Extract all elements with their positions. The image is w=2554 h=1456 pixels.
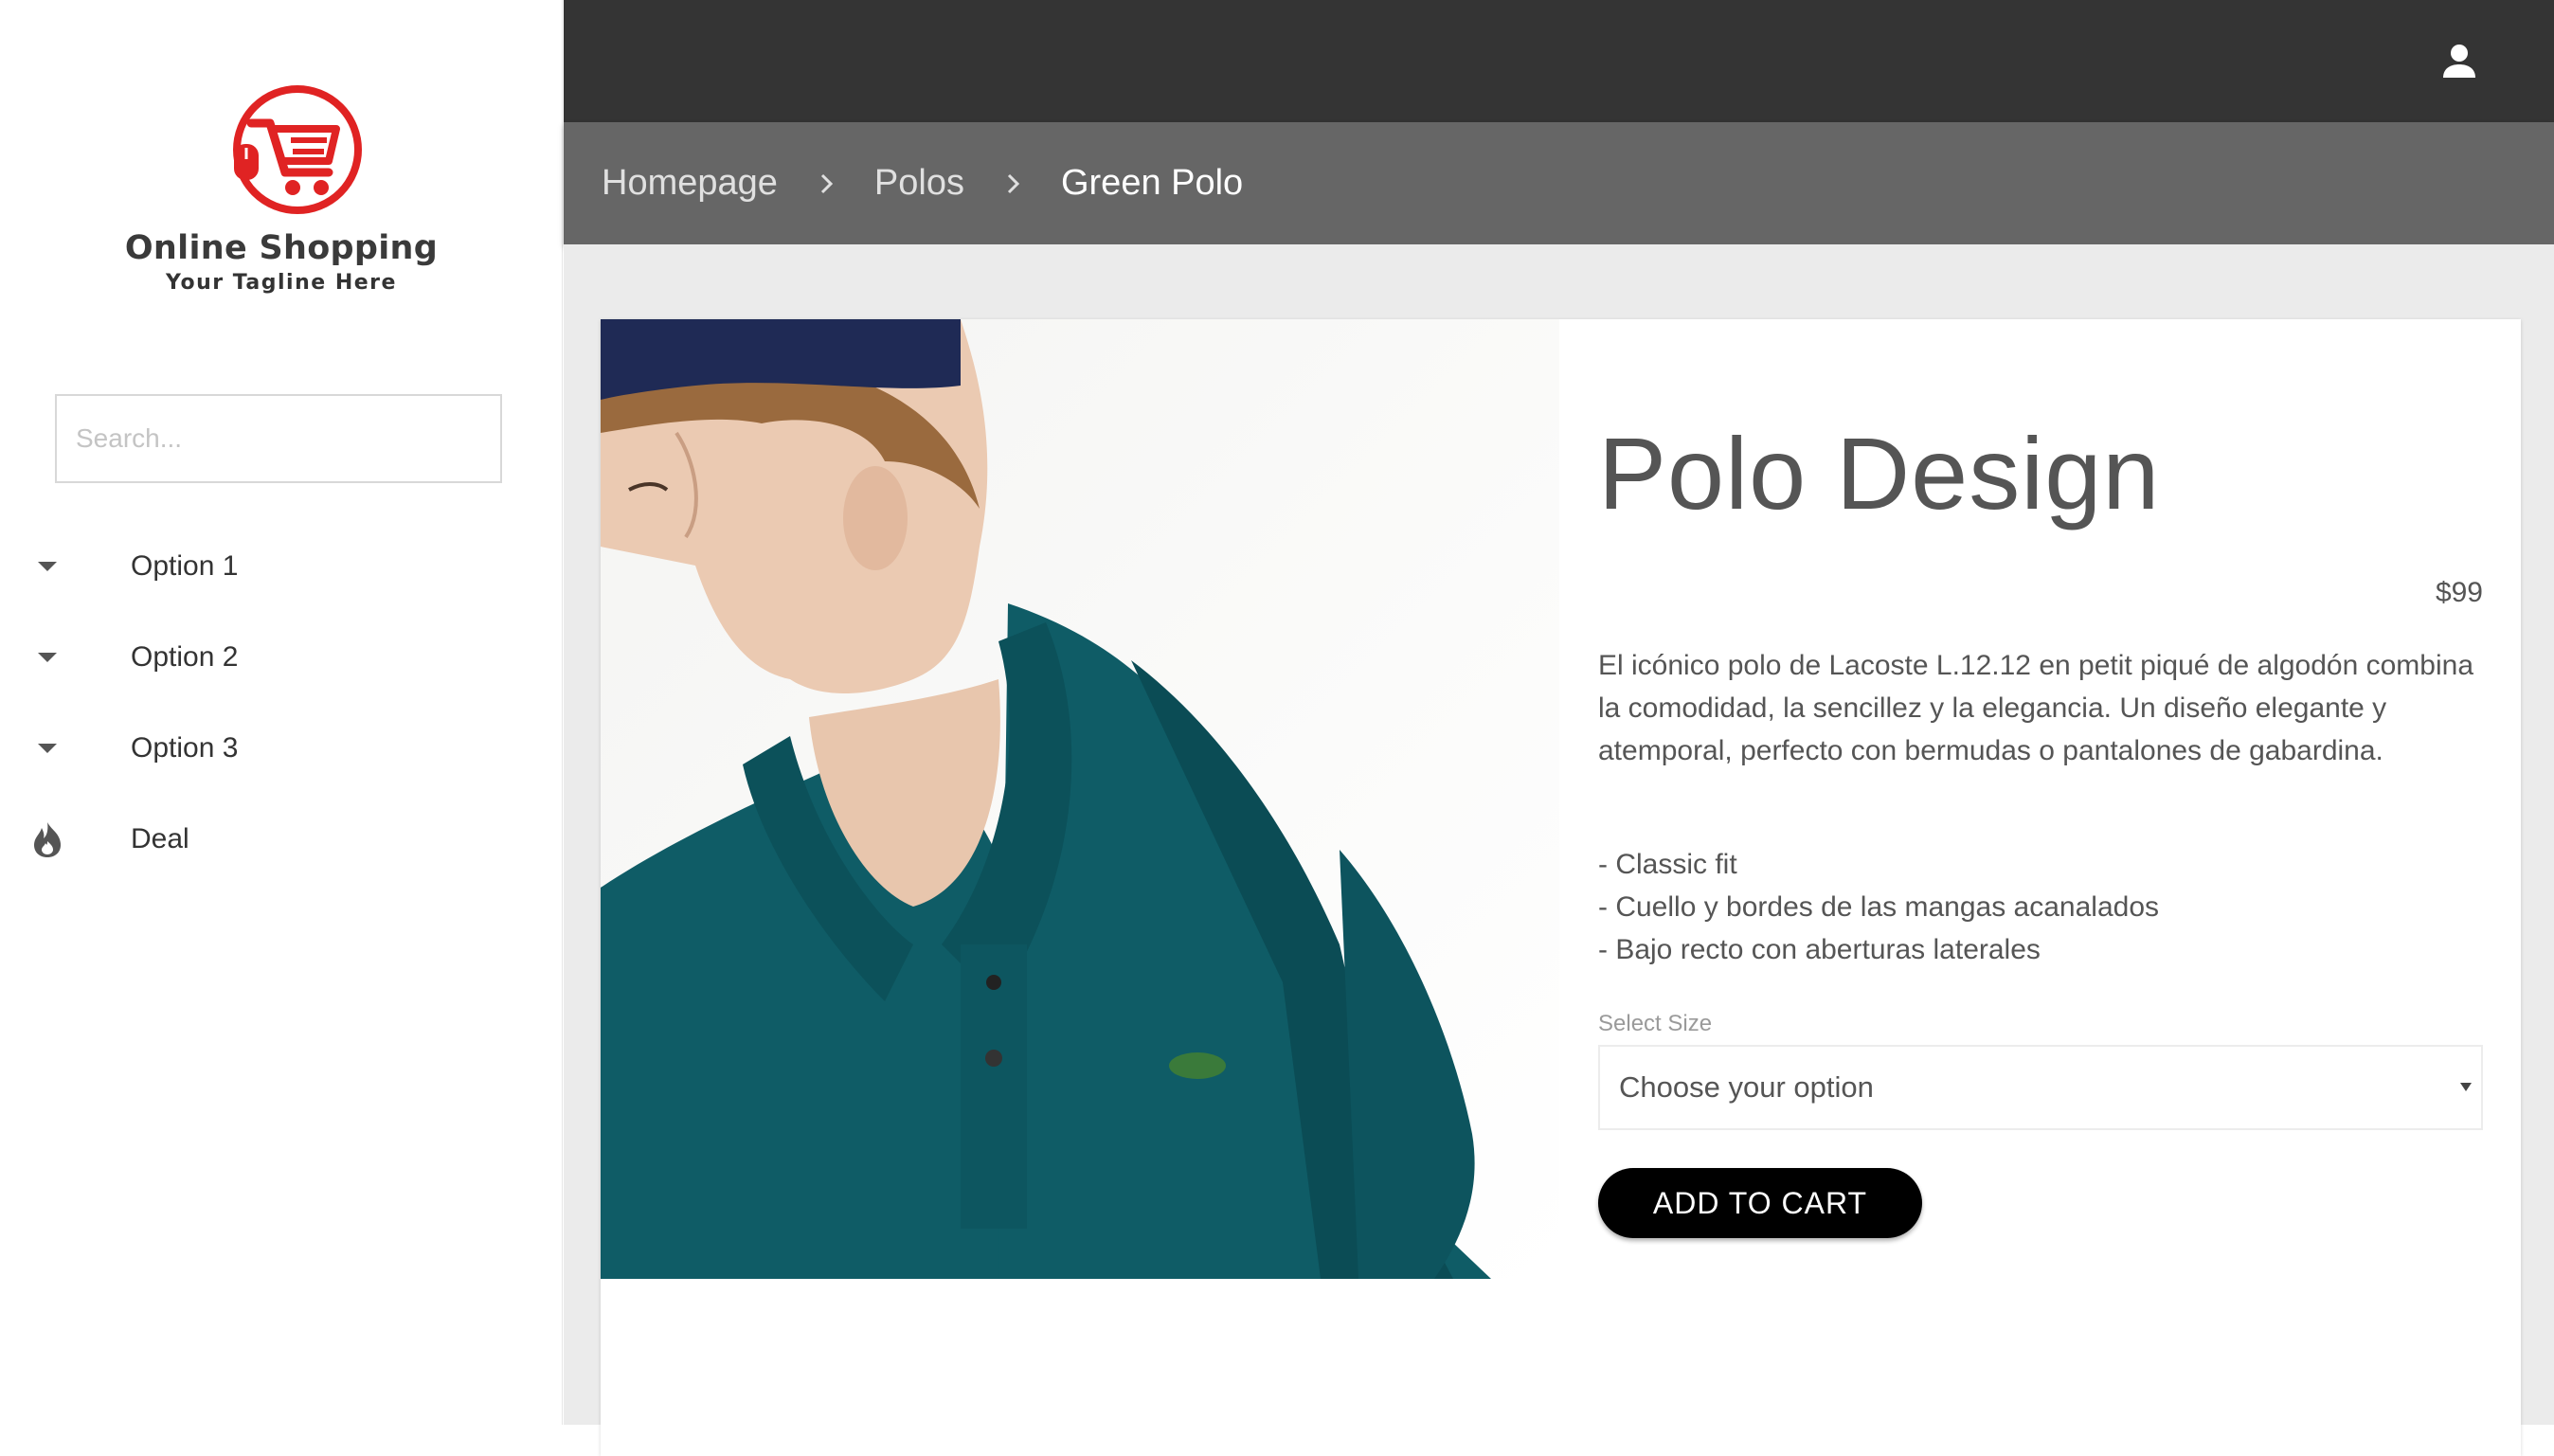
add-to-cart-button[interactable]: ADD TO CART (1598, 1168, 1922, 1238)
sidebar-item-label: Option 1 (131, 550, 239, 582)
user-icon[interactable] (2440, 42, 2478, 80)
fire-icon (28, 820, 66, 858)
caret-down-icon (28, 729, 66, 767)
brand-tagline: Your Tagline Here (166, 271, 397, 295)
sidebar-item-option-2[interactable]: Option 2 (0, 612, 563, 703)
breadcrumb-current: Green Polo (1060, 163, 1244, 203)
feature-list: - Classic fit - Cuello y bordes de las m… (1598, 843, 2483, 971)
list-item: - Cuello y bordes de las mangas acanalad… (1598, 891, 2160, 923)
product-price: $99 (2435, 577, 2483, 608)
product-image (601, 319, 1559, 1279)
sidebar: Online Shopping Your Tagline Here Option… (0, 0, 563, 1425)
caret-down-icon (28, 548, 66, 585)
logo[interactable]: Online Shopping Your Tagline Here (0, 78, 563, 295)
chevron-down-icon (2460, 1083, 2472, 1091)
sidebar-item-label: Option 2 (131, 641, 239, 673)
sidebar-item-label: Option 3 (131, 732, 239, 764)
breadcrumb-polos[interactable]: Polos (874, 163, 964, 204)
product-title: Polo Design (1598, 416, 2161, 530)
search-input[interactable] (55, 394, 502, 483)
product-photo (601, 319, 1491, 1279)
sidebar-item-deal[interactable]: Deal (0, 794, 563, 885)
breadcrumb: Homepage Polos Green Polo (564, 122, 2554, 244)
shopping-cart-icon (233, 85, 362, 214)
size-select[interactable]: Choose your option (1598, 1045, 2483, 1130)
sidebar-item-option-1[interactable]: Option 1 (0, 521, 563, 612)
product-description: El icónico polo de Lacoste L.12.12 en pe… (1598, 650, 2474, 766)
list-item: - Bajo recto con aberturas laterales (1598, 934, 2041, 965)
sidebar-item-label: Deal (131, 823, 189, 854)
sidebar-item-option-3[interactable]: Option 3 (0, 703, 563, 794)
sidebar-menu: Option 1 Option 2 Option 3 Deal (0, 521, 563, 885)
product-card: Polo Design $99 El icónico polo de Lacos… (601, 319, 2521, 1456)
caret-down-icon (28, 638, 66, 676)
chevron-right-icon (1007, 173, 1020, 193)
brand-name: Online Shopping (124, 229, 439, 267)
top-bar (564, 0, 2554, 122)
size-select-value: Choose your option (1619, 1070, 1874, 1104)
list-item: - Classic fit (1598, 849, 1737, 880)
chevron-right-icon (820, 173, 834, 193)
size-label: Select Size (1598, 1011, 1713, 1036)
breadcrumb-homepage[interactable]: Homepage (602, 163, 778, 204)
